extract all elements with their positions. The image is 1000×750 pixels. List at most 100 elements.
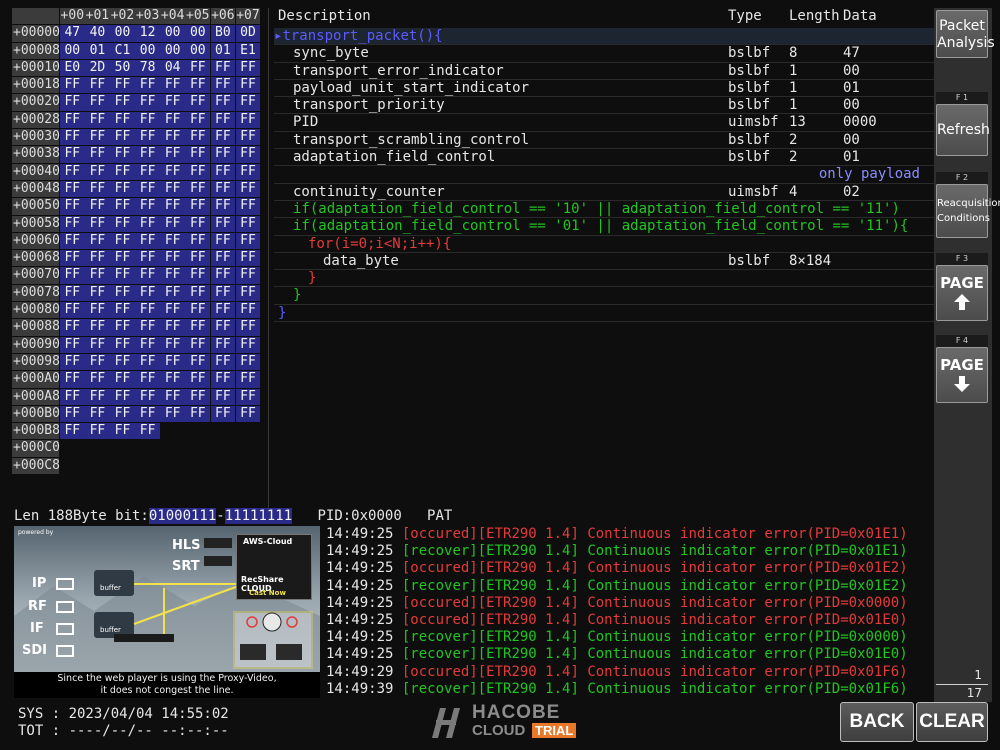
hex-byte-cell[interactable]: FF xyxy=(210,302,236,319)
hex-byte-cell[interactable]: FF xyxy=(160,198,185,215)
hex-byte-cell[interactable]: FF xyxy=(160,267,185,284)
hex-byte-cell[interactable]: 40 xyxy=(85,25,110,42)
syntax-row[interactable]: if(adaptation_field_control == '01' || a… xyxy=(274,218,934,236)
hex-byte-cell[interactable]: FF xyxy=(85,129,110,146)
hex-byte-cell[interactable]: 2D xyxy=(85,59,110,77)
hex-byte-cell[interactable]: FF xyxy=(160,111,185,129)
syntax-row[interactable]: transport_error_indicator bslbf 1 00 xyxy=(274,63,934,80)
hex-byte-cell[interactable]: 0D xyxy=(235,25,261,42)
hex-byte-cell[interactable]: FF xyxy=(185,215,211,232)
hex-byte-cell[interactable]: 00 xyxy=(60,42,85,59)
hex-byte-cell[interactable]: FF xyxy=(185,180,211,198)
hex-byte-cell[interactable]: FF xyxy=(110,319,135,336)
hex-byte-cell[interactable]: FF xyxy=(85,198,110,215)
hex-byte-cell[interactable]: FF xyxy=(110,146,135,163)
back-button[interactable]: BACK xyxy=(840,702,914,742)
hex-byte-cell[interactable]: FF xyxy=(85,336,110,353)
hex-byte-cell[interactable]: FF xyxy=(135,180,160,198)
hex-byte-cell[interactable]: FF xyxy=(135,250,160,267)
hex-byte-cell[interactable]: FF xyxy=(135,423,160,440)
hex-byte-cell[interactable]: FF xyxy=(110,111,135,129)
video-preview[interactable]: powered by HLS SRT IP RF IF SDI buffer b… xyxy=(14,526,320,698)
hex-byte-cell[interactable]: FF xyxy=(85,302,110,319)
hex-byte-cell[interactable]: FF xyxy=(160,353,185,371)
hex-byte-cell[interactable]: FF xyxy=(185,336,211,353)
hex-byte-cell[interactable]: FF xyxy=(235,284,261,302)
hex-byte-cell[interactable]: FF xyxy=(160,94,185,111)
hex-byte-cell[interactable]: FF xyxy=(135,77,160,94)
hex-byte-cell[interactable]: 78 xyxy=(135,59,160,77)
hex-byte-cell[interactable]: FF xyxy=(85,215,110,232)
hex-byte-cell[interactable]: FF xyxy=(185,405,211,423)
hex-byte-cell[interactable]: FF xyxy=(60,146,85,163)
hex-byte-cell[interactable]: FF xyxy=(110,232,135,250)
hex-byte-cell[interactable]: 47 xyxy=(60,25,85,42)
hex-byte-cell[interactable]: C1 xyxy=(110,42,135,59)
hex-byte-cell[interactable]: FF xyxy=(85,388,110,405)
hex-byte-cell[interactable]: 00 xyxy=(135,42,160,59)
hex-byte-cell[interactable]: FF xyxy=(110,267,135,284)
hex-byte-cell[interactable]: 00 xyxy=(110,25,135,42)
hex-byte-cell[interactable]: FF xyxy=(185,250,211,267)
hex-byte-cell[interactable]: FF xyxy=(110,302,135,319)
syntax-row[interactable]: } xyxy=(274,305,934,323)
hex-byte-cell[interactable]: FF xyxy=(60,163,85,180)
hex-byte-cell[interactable]: FF xyxy=(85,232,110,250)
hex-byte-cell[interactable]: FF xyxy=(60,267,85,284)
syntax-row[interactable]: only payload xyxy=(274,166,934,184)
hex-byte-cell[interactable]: FF xyxy=(85,371,110,388)
syntax-row[interactable]: } xyxy=(274,287,934,305)
hex-byte-cell[interactable]: FF xyxy=(135,267,160,284)
hex-byte-cell[interactable]: FF xyxy=(210,215,236,232)
hex-byte-cell[interactable]: FF xyxy=(160,180,185,198)
hex-byte-cell[interactable]: FF xyxy=(235,111,261,129)
hex-byte-cell[interactable]: FF xyxy=(135,319,160,336)
hex-byte-cell[interactable]: FF xyxy=(210,198,236,215)
hex-byte-cell[interactable]: FF xyxy=(210,405,236,423)
log-entry[interactable]: 14:49:25 [occured][ETR290 1.4] Continuou… xyxy=(326,612,932,629)
hex-byte-cell[interactable]: FF xyxy=(60,405,85,423)
hex-byte-cell[interactable]: FF xyxy=(160,336,185,353)
hex-byte-cell[interactable]: FF xyxy=(160,388,185,405)
hex-byte-cell[interactable]: B0 xyxy=(210,25,236,42)
hex-byte-cell[interactable]: FF xyxy=(135,336,160,353)
hex-byte-cell[interactable]: FF xyxy=(60,215,85,232)
hex-byte-cell[interactable]: FF xyxy=(235,405,261,423)
hex-byte-cell[interactable]: FF xyxy=(110,405,135,423)
packet-analysis-button[interactable]: Packet Analysis xyxy=(936,10,995,58)
hex-byte-cell[interactable]: FF xyxy=(185,163,211,180)
hex-byte-cell[interactable]: FF xyxy=(60,302,85,319)
hex-byte-cell[interactable]: FF xyxy=(210,129,236,146)
page-up-button[interactable]: PAGE xyxy=(936,265,988,321)
hex-byte-cell[interactable]: FF xyxy=(160,250,185,267)
hex-byte-cell[interactable]: FF xyxy=(110,77,135,94)
hex-byte-cell[interactable]: FF xyxy=(110,353,135,371)
hex-byte-cell[interactable]: FF xyxy=(85,423,110,440)
hex-byte-cell[interactable]: FF xyxy=(160,163,185,180)
syntax-row[interactable]: transport_scrambling_control bslbf 2 00 xyxy=(274,132,934,150)
hex-byte-cell[interactable]: FF xyxy=(185,302,211,319)
syntax-row[interactable]: sync_byte bslbf 8 47 xyxy=(274,45,934,63)
hex-byte-cell[interactable]: FF xyxy=(135,146,160,163)
hex-byte-cell[interactable]: FF xyxy=(185,319,211,336)
hex-byte-cell[interactable]: FF xyxy=(160,232,185,250)
hex-byte-cell[interactable]: FF xyxy=(235,146,261,163)
hex-byte-cell[interactable]: FF xyxy=(85,405,110,423)
hex-byte-cell[interactable]: FF xyxy=(110,129,135,146)
hex-byte-cell[interactable]: FF xyxy=(235,77,261,94)
error-log-panel[interactable]: 14:49:25 [occured][ETR290 1.4] Continuou… xyxy=(326,526,932,698)
hex-byte-cell[interactable]: FF xyxy=(60,129,85,146)
page-down-button[interactable]: PAGE xyxy=(936,347,988,403)
log-entry[interactable]: 14:49:25 [recover][ETR290 1.4] Continuou… xyxy=(326,578,932,595)
hex-byte-cell[interactable]: FF xyxy=(135,405,160,423)
hex-byte-cell[interactable]: FF xyxy=(85,77,110,94)
hex-byte-cell[interactable]: FF xyxy=(85,180,110,198)
hex-byte-cell[interactable]: FF xyxy=(185,146,211,163)
hex-byte-cell[interactable]: FF xyxy=(210,250,236,267)
hex-byte-cell[interactable]: FF xyxy=(235,59,261,77)
hex-byte-cell[interactable]: FF xyxy=(135,371,160,388)
hex-byte-cell[interactable]: 01 xyxy=(85,42,110,59)
hex-byte-cell[interactable]: FF xyxy=(185,59,211,77)
log-entry[interactable]: 14:49:25 [recover][ETR290 1.4] Continuou… xyxy=(326,543,932,560)
syntax-row[interactable]: if(adaptation_field_control == '10' || a… xyxy=(274,201,934,219)
